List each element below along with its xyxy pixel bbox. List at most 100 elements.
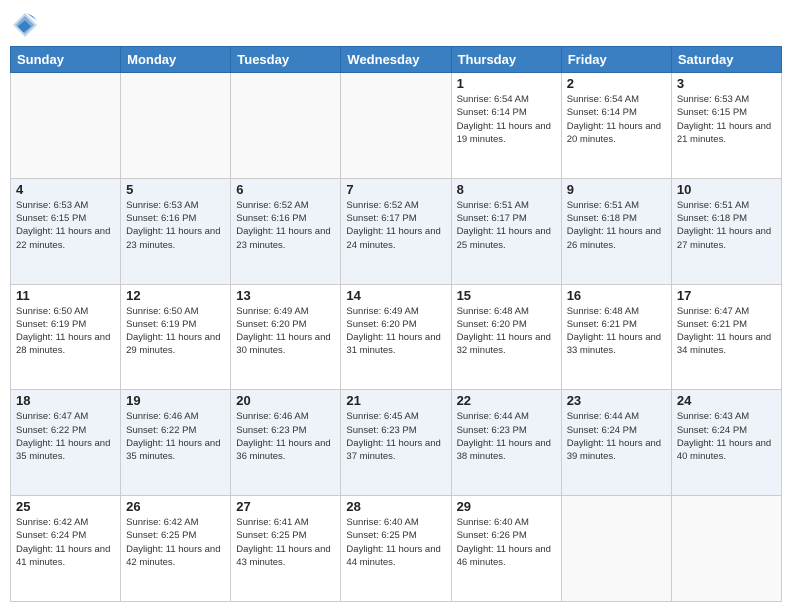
- day-info: Sunrise: 6:50 AM Sunset: 6:19 PM Dayligh…: [126, 305, 225, 358]
- calendar-week-row: 1 Sunrise: 6:54 AM Sunset: 6:14 PM Daylig…: [11, 73, 782, 179]
- day-number: 22: [457, 393, 556, 408]
- day-number: 4: [16, 182, 115, 197]
- calendar-day-cell: 15 Sunrise: 6:48 AM Sunset: 6:20 PM Dayli…: [451, 284, 561, 390]
- day-number: 27: [236, 499, 335, 514]
- calendar-day-cell: 3 Sunrise: 6:53 AM Sunset: 6:15 PM Daylig…: [671, 73, 781, 179]
- calendar-day-cell: 9 Sunrise: 6:51 AM Sunset: 6:18 PM Daylig…: [561, 178, 671, 284]
- day-number: 21: [346, 393, 445, 408]
- day-of-week-header: Tuesday: [231, 47, 341, 73]
- calendar-day-cell: 2Sunrise: 6:54 AM Sunset: 6:14 PM Daylig…: [561, 73, 671, 179]
- header: [10, 10, 782, 40]
- calendar-day-cell: [231, 73, 341, 179]
- day-info: Sunrise: 6:44 AM Sunset: 6:24 PM Dayligh…: [567, 410, 666, 463]
- day-info: Sunrise: 6:46 AM Sunset: 6:22 PM Dayligh…: [126, 410, 225, 463]
- day-info: Sunrise: 6:40 AM Sunset: 6:26 PM Dayligh…: [457, 516, 556, 569]
- day-info: Sunrise: 6:53 AM Sunset: 6:15 PM Dayligh…: [16, 199, 115, 252]
- day-number: 17: [677, 288, 776, 303]
- calendar-day-cell: 11 Sunrise: 6:50 AM Sunset: 6:19 PM Dayli…: [11, 284, 121, 390]
- day-number: 6: [236, 182, 335, 197]
- day-number: 16: [567, 288, 666, 303]
- calendar-day-cell: 24Sunrise: 6:43 AM Sunset: 6:24 PM Dayli…: [671, 390, 781, 496]
- calendar-day-cell: [561, 496, 671, 602]
- day-number: 1: [457, 76, 556, 91]
- day-number: 18: [16, 393, 115, 408]
- calendar-day-cell: 1 Sunrise: 6:54 AM Sunset: 6:14 PM Daylig…: [451, 73, 561, 179]
- calendar-day-cell: 21 Sunrise: 6:45 AM Sunset: 6:23 PM Dayli…: [341, 390, 451, 496]
- day-number: 3: [677, 76, 776, 91]
- calendar-day-cell: 25 Sunrise: 6:42 AM Sunset: 6:24 PM Dayli…: [11, 496, 121, 602]
- day-info: Sunrise: 6:49 AM Sunset: 6:20 PM Dayligh…: [236, 305, 335, 358]
- day-of-week-header: Sunday: [11, 47, 121, 73]
- day-number: 23: [567, 393, 666, 408]
- day-of-week-header: Monday: [121, 47, 231, 73]
- calendar-day-cell: 7Sunrise: 6:52 AM Sunset: 6:17 PM Daylig…: [341, 178, 451, 284]
- day-info: Sunrise: 6:53 AM Sunset: 6:15 PM Dayligh…: [677, 93, 776, 146]
- calendar-day-cell: 5Sunrise: 6:53 AM Sunset: 6:16 PM Daylig…: [121, 178, 231, 284]
- page: SundayMondayTuesdayWednesdayThursdayFrid…: [0, 0, 792, 612]
- logo: [10, 10, 44, 40]
- day-info: Sunrise: 6:42 AM Sunset: 6:24 PM Dayligh…: [16, 516, 115, 569]
- day-info: Sunrise: 6:52 AM Sunset: 6:16 PM Dayligh…: [236, 199, 335, 252]
- calendar-day-cell: 28Sunrise: 6:40 AM Sunset: 6:25 PM Dayli…: [341, 496, 451, 602]
- calendar-week-row: 11 Sunrise: 6:50 AM Sunset: 6:19 PM Dayli…: [11, 284, 782, 390]
- day-number: 14: [346, 288, 445, 303]
- calendar-day-cell: 12 Sunrise: 6:50 AM Sunset: 6:19 PM Dayli…: [121, 284, 231, 390]
- calendar-body: 1 Sunrise: 6:54 AM Sunset: 6:14 PM Daylig…: [11, 73, 782, 602]
- day-info: Sunrise: 6:46 AM Sunset: 6:23 PM Dayligh…: [236, 410, 335, 463]
- day-of-week-header: Friday: [561, 47, 671, 73]
- day-info: Sunrise: 6:42 AM Sunset: 6:25 PM Dayligh…: [126, 516, 225, 569]
- day-number: 25: [16, 499, 115, 514]
- day-info: Sunrise: 6:48 AM Sunset: 6:20 PM Dayligh…: [457, 305, 556, 358]
- day-number: 7: [346, 182, 445, 197]
- day-info: Sunrise: 6:47 AM Sunset: 6:22 PM Dayligh…: [16, 410, 115, 463]
- calendar-week-row: 25 Sunrise: 6:42 AM Sunset: 6:24 PM Dayli…: [11, 496, 782, 602]
- calendar-day-cell: 23 Sunrise: 6:44 AM Sunset: 6:24 PM Dayli…: [561, 390, 671, 496]
- day-info: Sunrise: 6:51 AM Sunset: 6:17 PM Dayligh…: [457, 199, 556, 252]
- day-info: Sunrise: 6:51 AM Sunset: 6:18 PM Dayligh…: [567, 199, 666, 252]
- calendar-day-cell: 18 Sunrise: 6:47 AM Sunset: 6:22 PM Dayli…: [11, 390, 121, 496]
- day-number: 2: [567, 76, 666, 91]
- day-of-week-header: Wednesday: [341, 47, 451, 73]
- day-number: 28: [346, 499, 445, 514]
- calendar-day-cell: 17Sunrise: 6:47 AM Sunset: 6:21 PM Dayli…: [671, 284, 781, 390]
- days-of-week-row: SundayMondayTuesdayWednesdayThursdayFrid…: [11, 47, 782, 73]
- day-info: Sunrise: 6:45 AM Sunset: 6:23 PM Dayligh…: [346, 410, 445, 463]
- calendar-day-cell: 26 Sunrise: 6:42 AM Sunset: 6:25 PM Dayli…: [121, 496, 231, 602]
- calendar-day-cell: 8 Sunrise: 6:51 AM Sunset: 6:17 PM Daylig…: [451, 178, 561, 284]
- calendar-day-cell: 14Sunrise: 6:49 AM Sunset: 6:20 PM Dayli…: [341, 284, 451, 390]
- calendar-header: SundayMondayTuesdayWednesdayThursdayFrid…: [11, 47, 782, 73]
- day-number: 20: [236, 393, 335, 408]
- day-number: 29: [457, 499, 556, 514]
- day-number: 11: [16, 288, 115, 303]
- logo-icon: [10, 10, 40, 40]
- day-info: Sunrise: 6:54 AM Sunset: 6:14 PM Dayligh…: [457, 93, 556, 146]
- day-number: 15: [457, 288, 556, 303]
- day-info: Sunrise: 6:43 AM Sunset: 6:24 PM Dayligh…: [677, 410, 776, 463]
- calendar-day-cell: 4 Sunrise: 6:53 AM Sunset: 6:15 PM Daylig…: [11, 178, 121, 284]
- calendar-day-cell: [11, 73, 121, 179]
- day-number: 10: [677, 182, 776, 197]
- calendar-week-row: 4 Sunrise: 6:53 AM Sunset: 6:15 PM Daylig…: [11, 178, 782, 284]
- calendar-day-cell: 6 Sunrise: 6:52 AM Sunset: 6:16 PM Daylig…: [231, 178, 341, 284]
- calendar-day-cell: 20 Sunrise: 6:46 AM Sunset: 6:23 PM Dayli…: [231, 390, 341, 496]
- calendar-day-cell: 22Sunrise: 6:44 AM Sunset: 6:23 PM Dayli…: [451, 390, 561, 496]
- day-info: Sunrise: 6:41 AM Sunset: 6:25 PM Dayligh…: [236, 516, 335, 569]
- day-number: 5: [126, 182, 225, 197]
- calendar-day-cell: 10Sunrise: 6:51 AM Sunset: 6:18 PM Dayli…: [671, 178, 781, 284]
- day-info: Sunrise: 6:50 AM Sunset: 6:19 PM Dayligh…: [16, 305, 115, 358]
- day-of-week-header: Saturday: [671, 47, 781, 73]
- day-number: 8: [457, 182, 556, 197]
- calendar-day-cell: 19 Sunrise: 6:46 AM Sunset: 6:22 PM Dayli…: [121, 390, 231, 496]
- calendar-day-cell: [671, 496, 781, 602]
- calendar-day-cell: [121, 73, 231, 179]
- calendar-day-cell: 13 Sunrise: 6:49 AM Sunset: 6:20 PM Dayli…: [231, 284, 341, 390]
- day-number: 19: [126, 393, 225, 408]
- day-number: 9: [567, 182, 666, 197]
- day-number: 13: [236, 288, 335, 303]
- calendar-day-cell: 27 Sunrise: 6:41 AM Sunset: 6:25 PM Dayli…: [231, 496, 341, 602]
- calendar: SundayMondayTuesdayWednesdayThursdayFrid…: [10, 46, 782, 602]
- day-number: 12: [126, 288, 225, 303]
- day-info: Sunrise: 6:48 AM Sunset: 6:21 PM Dayligh…: [567, 305, 666, 358]
- calendar-week-row: 18 Sunrise: 6:47 AM Sunset: 6:22 PM Dayli…: [11, 390, 782, 496]
- day-number: 26: [126, 499, 225, 514]
